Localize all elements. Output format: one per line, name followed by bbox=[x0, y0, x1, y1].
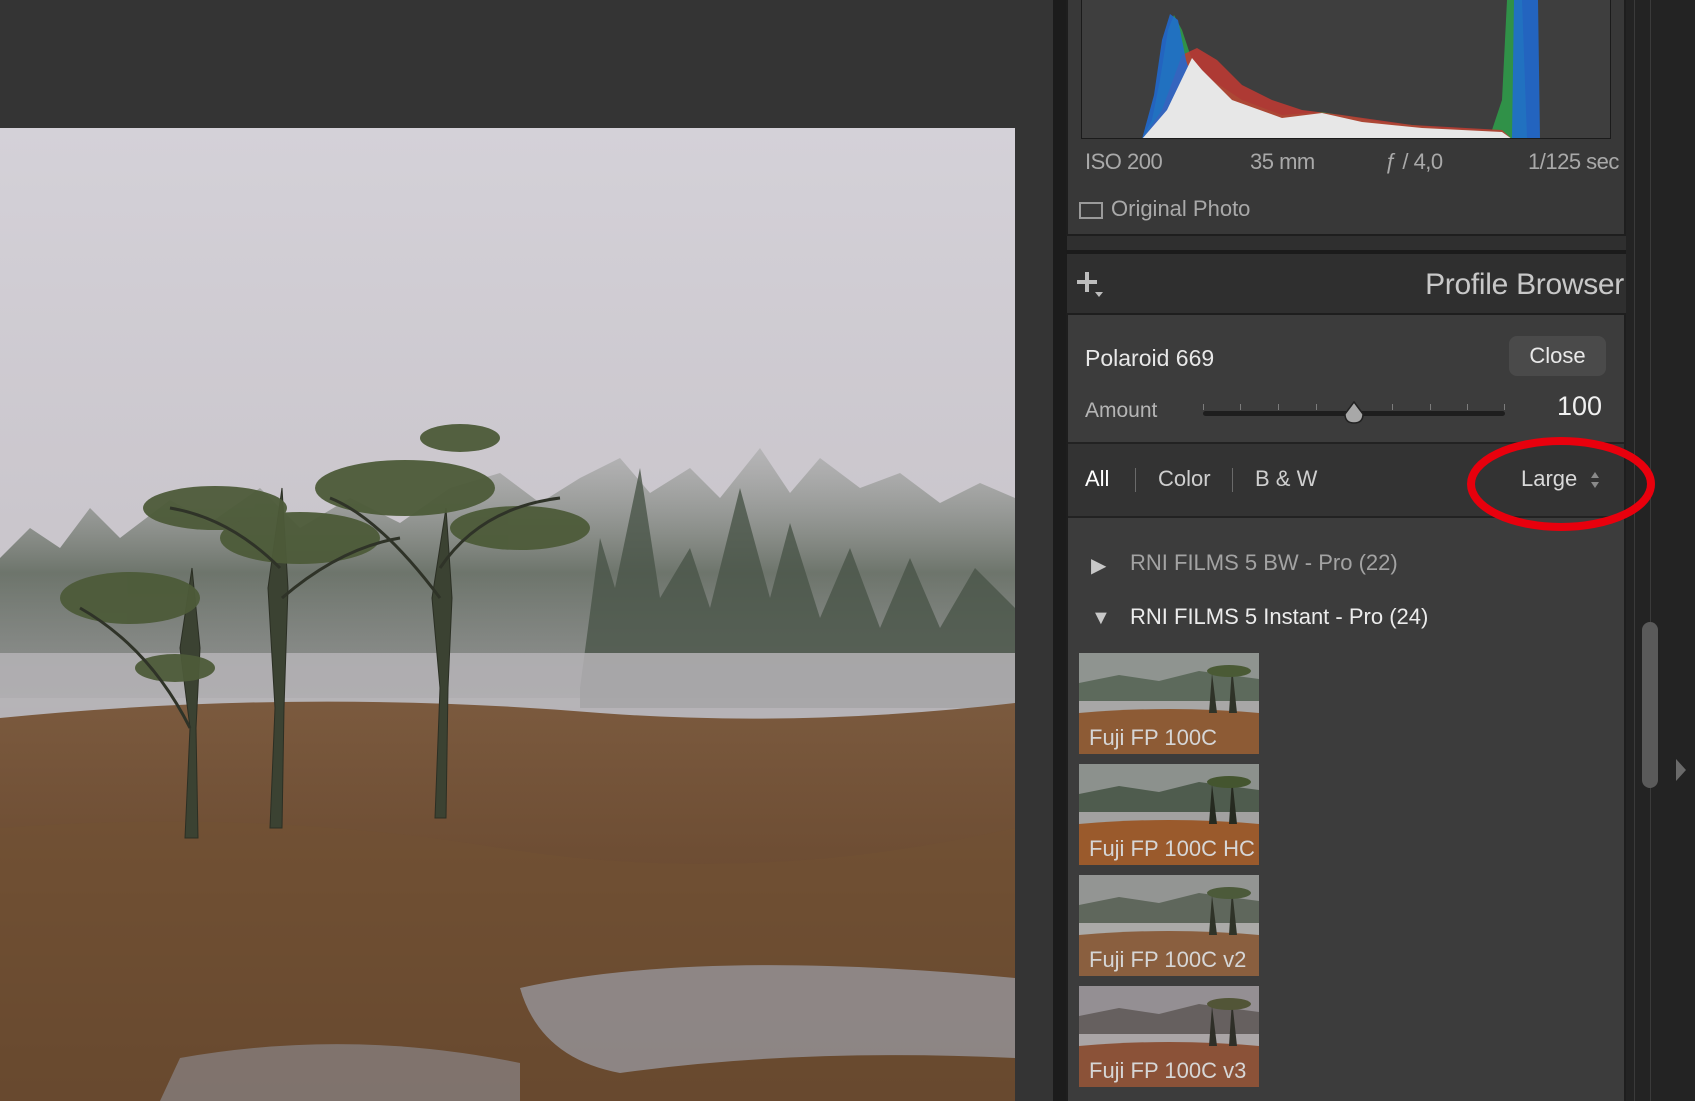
exif-shutter: 1/125 sec bbox=[1528, 149, 1619, 174]
annotation-circle bbox=[1465, 436, 1657, 532]
profile-thumbnail[interactable]: Fuji FP 100C bbox=[1079, 653, 1259, 754]
amount-value[interactable]: 100 bbox=[1540, 391, 1602, 422]
profile-group-instant[interactable]: RNI FILMS 5 Instant - Pro (24) bbox=[1130, 604, 1428, 630]
exif-iso: ISO 200 bbox=[1085, 149, 1163, 174]
filter-color[interactable]: Color bbox=[1158, 466, 1211, 492]
panel-edge-line bbox=[1650, 0, 1651, 1101]
exif-focal-length: 35 mm bbox=[1250, 149, 1315, 174]
panel-edge-line bbox=[1634, 0, 1635, 1101]
profile-thumbnail-label: Fuji FP 100C v2 bbox=[1089, 947, 1247, 972]
slider-tick bbox=[1430, 404, 1431, 410]
filter-divider bbox=[1135, 468, 1136, 492]
filter-all[interactable]: All bbox=[1085, 466, 1109, 492]
photo-preview[interactable] bbox=[0, 128, 1015, 1101]
profile-thumbnail-label: Fuji FP 100C bbox=[1089, 725, 1217, 750]
expanded-arrow-icon[interactable]: ▼ bbox=[1091, 607, 1111, 630]
profile-thumbnail[interactable]: Fuji FP 100C HC bbox=[1079, 764, 1259, 865]
panel-gutter bbox=[1053, 0, 1067, 1101]
close-button[interactable]: Close bbox=[1509, 336, 1606, 376]
profile-group-bw[interactable]: RNI FILMS 5 BW - Pro (22) bbox=[1130, 550, 1398, 576]
histogram[interactable] bbox=[1081, 0, 1611, 139]
panel-expand-arrow-icon[interactable] bbox=[1675, 758, 1687, 782]
panel-divider bbox=[1066, 250, 1626, 254]
original-photo-checkbox[interactable] bbox=[1079, 202, 1103, 219]
amount-slider-thumb[interactable] bbox=[1343, 400, 1365, 425]
panel-title: Profile Browser bbox=[1425, 268, 1624, 301]
filter-divider bbox=[1232, 468, 1233, 492]
panel-scrollbar[interactable] bbox=[1642, 622, 1658, 788]
slider-tick bbox=[1392, 404, 1393, 410]
slider-tick bbox=[1316, 404, 1317, 410]
panel-edge-strip bbox=[1626, 0, 1695, 1101]
profile-thumbnail-label: Fuji FP 100C v3 bbox=[1089, 1058, 1247, 1083]
original-photo-label: Original Photo bbox=[1111, 196, 1251, 221]
amount-label: Amount bbox=[1085, 399, 1158, 422]
slider-tick bbox=[1203, 404, 1204, 410]
selected-profile-name: Polaroid 669 bbox=[1085, 345, 1215, 371]
slider-tick bbox=[1504, 404, 1505, 410]
filter-bw[interactable]: B & W bbox=[1255, 466, 1317, 492]
slider-tick bbox=[1467, 404, 1468, 410]
collapsed-arrow-icon[interactable]: ▶ bbox=[1091, 553, 1106, 578]
slider-tick bbox=[1278, 404, 1279, 410]
add-preset-plus-icon[interactable] bbox=[1075, 270, 1109, 300]
profile-thumbnail[interactable]: Fuji FP 100C v3 bbox=[1079, 986, 1259, 1087]
profile-thumbnail-label: Fuji FP 100C HC bbox=[1089, 836, 1255, 861]
profile-thumbnail[interactable]: Fuji FP 100C v2 bbox=[1079, 875, 1259, 976]
slider-tick bbox=[1240, 404, 1241, 410]
exif-aperture: ƒ / 4,0 bbox=[1385, 149, 1443, 174]
